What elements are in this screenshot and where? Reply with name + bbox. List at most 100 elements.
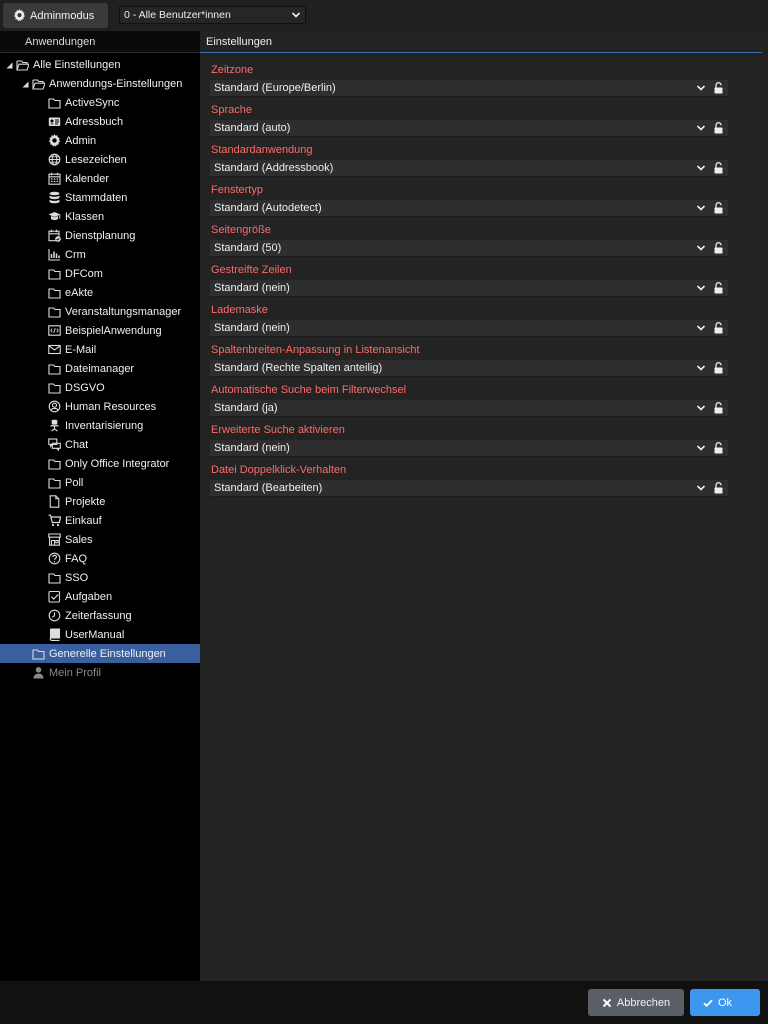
tree-item-label: FAQ bbox=[65, 552, 88, 565]
settings-header: Einstellungen bbox=[200, 31, 762, 53]
unlock-icon[interactable] bbox=[713, 362, 724, 374]
tree-item-usermanual[interactable]: UserManual bbox=[0, 625, 200, 644]
tree-item-inventarisierung[interactable]: Inventarisierung bbox=[0, 416, 200, 435]
tree-item-veranstaltungsmanager[interactable]: Veranstaltungsmanager bbox=[0, 302, 200, 321]
tree-item-dateimanager[interactable]: Dateimanager bbox=[0, 359, 200, 378]
setting-select-datei-doppelklick-verhalten[interactable]: Standard (Bearbeiten) bbox=[210, 480, 728, 497]
unlock-icon[interactable] bbox=[713, 442, 724, 454]
tree-item-label: Klassen bbox=[65, 210, 105, 223]
setting-label-spaltenbreiten-anpassung-in-listenansicht: Spaltenbreiten-Anpassung in Listenansich… bbox=[211, 344, 420, 356]
tree-item-only-office-integrator[interactable]: Only Office Integrator bbox=[0, 454, 200, 473]
tree-item-label: Stammdaten bbox=[65, 191, 128, 204]
dialog-footer: Abbrechen Ok bbox=[0, 981, 768, 1024]
tree-item-chat[interactable]: Chat bbox=[0, 435, 200, 454]
settings-panel: Einstellungen Zeitzone Standard (Europe/B… bbox=[200, 31, 768, 981]
setting-label-lademaske: Lademaske bbox=[211, 304, 268, 316]
tree-item-dienstplanung[interactable]: Dienstplanung bbox=[0, 226, 200, 245]
folder-icon bbox=[48, 267, 61, 280]
unlock-icon[interactable] bbox=[713, 322, 724, 334]
tree-item-projekte[interactable]: Projekte bbox=[0, 492, 200, 511]
clock-icon bbox=[48, 609, 61, 622]
graduation-cap-icon bbox=[48, 210, 61, 223]
tree-item-klassen[interactable]: Klassen bbox=[0, 207, 200, 226]
tree-item-alle-einstellungen[interactable]: Alle Einstellungen bbox=[0, 55, 200, 74]
tree-item-stammdaten[interactable]: Stammdaten bbox=[0, 188, 200, 207]
folder-open-icon bbox=[16, 58, 29, 71]
comments-icon bbox=[48, 438, 61, 451]
unlock-icon[interactable] bbox=[713, 202, 724, 214]
expand-triangle-icon[interactable] bbox=[4, 60, 14, 70]
folder-open-icon bbox=[32, 77, 45, 90]
tree-item-eakte[interactable]: eAkte bbox=[0, 283, 200, 302]
tree-item-label: Veranstaltungsmanager bbox=[65, 305, 182, 318]
tree-item-label: Sales bbox=[65, 533, 93, 546]
tree-item-poll[interactable]: Poll bbox=[0, 473, 200, 492]
setting-value: Standard (Europe/Berlin) bbox=[214, 82, 336, 94]
ok-button[interactable]: Ok bbox=[690, 989, 760, 1016]
tree-item-label: Chat bbox=[65, 438, 89, 451]
tree-item-activesync[interactable]: ActiveSync bbox=[0, 93, 200, 112]
cart-icon bbox=[48, 514, 61, 527]
tree-item-label: BeispielAnwendung bbox=[65, 324, 162, 337]
tree-item-kalender[interactable]: Kalender bbox=[0, 169, 200, 188]
tree-item-zeiterfassung[interactable]: Zeiterfassung bbox=[0, 606, 200, 625]
setting-select-seitengr-e[interactable]: Standard (50) bbox=[210, 240, 728, 257]
unlock-icon[interactable] bbox=[713, 402, 724, 414]
tree-item-beispielanwendung[interactable]: BeispielAnwendung bbox=[0, 321, 200, 340]
setting-select-gestreifte-zeilen[interactable]: Standard (nein) bbox=[210, 280, 728, 297]
unlock-icon[interactable] bbox=[713, 82, 724, 94]
unlock-icon[interactable] bbox=[713, 282, 724, 294]
tree-item-label: Only Office Integrator bbox=[65, 457, 170, 470]
tree-item-label: Alle Einstellungen bbox=[33, 58, 121, 71]
tree-item-label: Poll bbox=[65, 476, 84, 489]
setting-select-automatische-suche-beim-filterwechsel[interactable]: Standard (ja) bbox=[210, 400, 728, 417]
tree-item-dsgvo[interactable]: DSGVO bbox=[0, 378, 200, 397]
setting-select-spaltenbreiten-anpassung-in-listenansicht[interactable]: Standard (Rechte Spalten anteilig) bbox=[210, 360, 728, 377]
adminmodus-button[interactable]: Adminmodus bbox=[3, 3, 108, 28]
expand-triangle-icon[interactable] bbox=[20, 79, 30, 89]
tree-item-generelle-einstellungen[interactable]: Generelle Einstellungen bbox=[0, 644, 200, 663]
unlock-icon[interactable] bbox=[713, 242, 724, 254]
check-square-icon bbox=[48, 590, 61, 603]
tree-item-adressbuch[interactable]: Adressbuch bbox=[0, 112, 200, 131]
tree-item-label: Dateimanager bbox=[65, 362, 135, 375]
tree-item-anwendungs-einstellungen[interactable]: Anwendungs-Einstellungen bbox=[0, 74, 200, 93]
tree-item-mein-profil[interactable]: Mein Profil bbox=[0, 663, 200, 682]
setting-select-zeitzone[interactable]: Standard (Europe/Berlin) bbox=[210, 80, 728, 97]
setting-select-lademaske[interactable]: Standard (nein) bbox=[210, 320, 728, 337]
setting-select-standardanwendung[interactable]: Standard (Addressbook) bbox=[210, 160, 728, 177]
tree-item-label: SSO bbox=[65, 571, 89, 584]
setting-value: Standard (50) bbox=[214, 242, 282, 254]
tree-item-sso[interactable]: SSO bbox=[0, 568, 200, 587]
setting-select-sprache[interactable]: Standard (auto) bbox=[210, 120, 728, 137]
tree-item-einkauf[interactable]: Einkauf bbox=[0, 511, 200, 530]
tree-item-admin[interactable]: Admin bbox=[0, 131, 200, 150]
tree-item-aufgaben[interactable]: Aufgaben bbox=[0, 587, 200, 606]
setting-select-fenstertyp[interactable]: Standard (Autodetect) bbox=[210, 200, 728, 217]
unlock-icon[interactable] bbox=[713, 162, 724, 174]
tree-item-e-mail[interactable]: E-Mail bbox=[0, 340, 200, 359]
setting-select-erweiterte-suche-aktivieren[interactable]: Standard (nein) bbox=[210, 440, 728, 457]
folder-icon bbox=[48, 571, 61, 584]
chevron-down-icon bbox=[696, 285, 706, 291]
tree-item-crm[interactable]: Crm bbox=[0, 245, 200, 264]
user-select[interactable]: 0 - Alle Benutzer*innen bbox=[119, 6, 306, 24]
tree-item-sales[interactable]: Sales bbox=[0, 530, 200, 549]
cancel-button[interactable]: Abbrechen bbox=[588, 989, 684, 1016]
tree-item-dfcom[interactable]: DFCom bbox=[0, 264, 200, 283]
setting-value: Standard (ja) bbox=[214, 402, 278, 414]
tree-item-lesezeichen[interactable]: Lesezeichen bbox=[0, 150, 200, 169]
tree-item-faq[interactable]: FAQ bbox=[0, 549, 200, 568]
folder-icon bbox=[48, 476, 61, 489]
unlock-icon[interactable] bbox=[713, 122, 724, 134]
unlock-icon[interactable] bbox=[713, 482, 724, 494]
tree-item-human-resources[interactable]: Human Resources bbox=[0, 397, 200, 416]
